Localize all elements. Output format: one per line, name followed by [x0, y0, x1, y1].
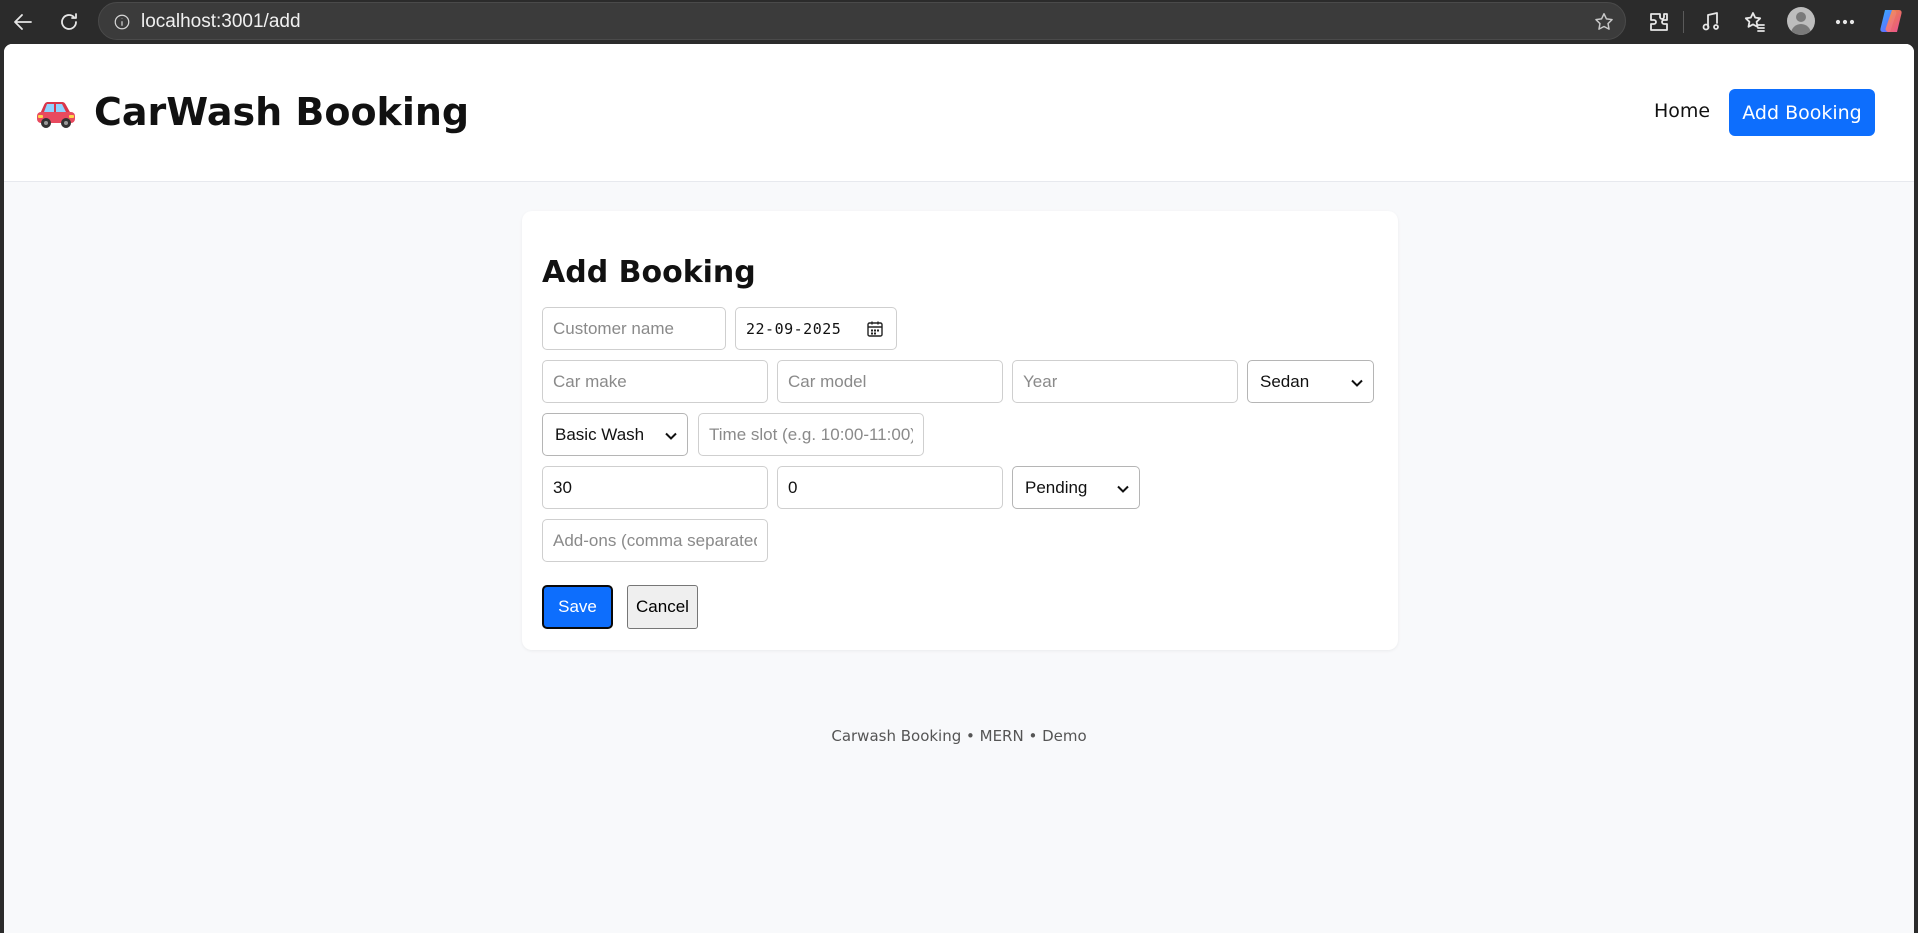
calendar-icon[interactable]: [866, 320, 884, 338]
chevron-down-icon: [665, 432, 677, 440]
favorites-icon[interactable]: [1736, 3, 1774, 41]
profile-avatar[interactable]: [1784, 4, 1818, 38]
booking-form-card: Add Booking Customer name 22-09-2025 Car…: [522, 211, 1398, 650]
brand[interactable]: CarWash Booking: [34, 90, 469, 134]
service-select[interactable]: Basic Wash: [542, 413, 688, 456]
time-slot-input[interactable]: Time slot (e.g. 10:00-11:00): [698, 413, 924, 456]
cancel-button[interactable]: Cancel: [627, 585, 698, 629]
extensions-icon[interactable]: [1640, 3, 1678, 41]
chevron-down-icon: [1351, 379, 1363, 387]
form-title: Add Booking: [542, 255, 756, 290]
browser-toolbar: localhost:3001/add: [0, 0, 1918, 44]
nav-add-booking-button[interactable]: Add Booking: [1729, 89, 1875, 136]
price-input[interactable]: 30: [542, 466, 768, 509]
car-icon: [37, 102, 75, 128]
car-model-input[interactable]: Car model: [777, 360, 1003, 403]
save-button[interactable]: Save: [542, 585, 613, 629]
back-arrow-icon[interactable]: [4, 3, 42, 41]
footer-text: Carwash Booking • MERN • Demo: [831, 727, 1087, 745]
date-input[interactable]: 22-09-2025: [735, 307, 897, 350]
addons-input[interactable]: Add-ons (comma separated): [542, 519, 768, 562]
chevron-down-icon: [1117, 485, 1129, 493]
star-icon[interactable]: [1591, 9, 1617, 35]
app-title: CarWash Booking: [94, 90, 470, 134]
media-icon[interactable]: [1692, 3, 1730, 41]
address-bar[interactable]: localhost:3001/add: [98, 2, 1626, 40]
car-type-select[interactable]: Sedan: [1247, 360, 1374, 403]
more-icon[interactable]: [1826, 3, 1864, 41]
reload-icon[interactable]: [50, 3, 88, 41]
discount-input[interactable]: 0: [777, 466, 1003, 509]
url-text: localhost:3001/add: [141, 11, 301, 32]
app-header: CarWash Booking Home Add Booking: [4, 44, 1914, 182]
copilot-icon[interactable]: [1876, 6, 1906, 36]
info-icon[interactable]: [111, 11, 133, 33]
avatar: [1787, 7, 1815, 35]
toolbar-separator: [1683, 11, 1684, 33]
car-make-input[interactable]: Car make: [542, 360, 768, 403]
page-viewport: CarWash Booking Home Add Booking Add Boo…: [4, 44, 1914, 933]
nav-home-link[interactable]: Home: [1654, 100, 1710, 122]
year-input[interactable]: Year: [1012, 360, 1238, 403]
customer-name-input[interactable]: Customer name: [542, 307, 726, 350]
status-select[interactable]: Pending: [1012, 466, 1140, 509]
